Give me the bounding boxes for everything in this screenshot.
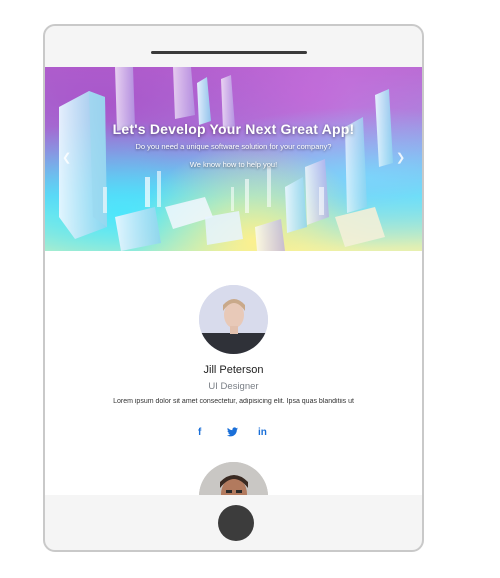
home-button[interactable] (218, 505, 254, 541)
carousel-prev-button[interactable]: ❮ (62, 151, 71, 164)
device-speaker (151, 51, 307, 54)
hero-title: Let's Develop Your Next Great App! (112, 121, 355, 137)
member-name: Jill Peterson (203, 364, 264, 376)
tablet-device-frame: Let's Develop Your Next Great App! Do yo… (43, 24, 424, 552)
chevron-left-icon: ❮ (62, 152, 72, 164)
linkedin-icon[interactable]: in (258, 427, 267, 438)
hero-subtitle: Do you need a unique software solution f… (135, 142, 332, 151)
hero-tagline: We know how to help you! (189, 160, 278, 169)
member-description: Lorem ipsum dolor sit amet consectetur, … (113, 398, 354, 405)
profile-photo-second-member (199, 462, 268, 495)
avatar (199, 285, 268, 354)
chevron-right-icon: ❯ (396, 152, 406, 164)
member-role: UI Designer (208, 381, 259, 392)
profile-photo-jill (199, 285, 268, 354)
twitter-icon[interactable] (227, 427, 238, 440)
hero-carousel: Let's Develop Your Next Great App! Do yo… (45, 67, 422, 251)
avatar (199, 462, 268, 495)
carousel-next-button[interactable]: ❯ (396, 151, 405, 164)
app-screen: Let's Develop Your Next Great App! Do yo… (45, 67, 422, 495)
facebook-icon[interactable]: f (198, 427, 201, 438)
hero-city-illustration (59, 67, 393, 251)
